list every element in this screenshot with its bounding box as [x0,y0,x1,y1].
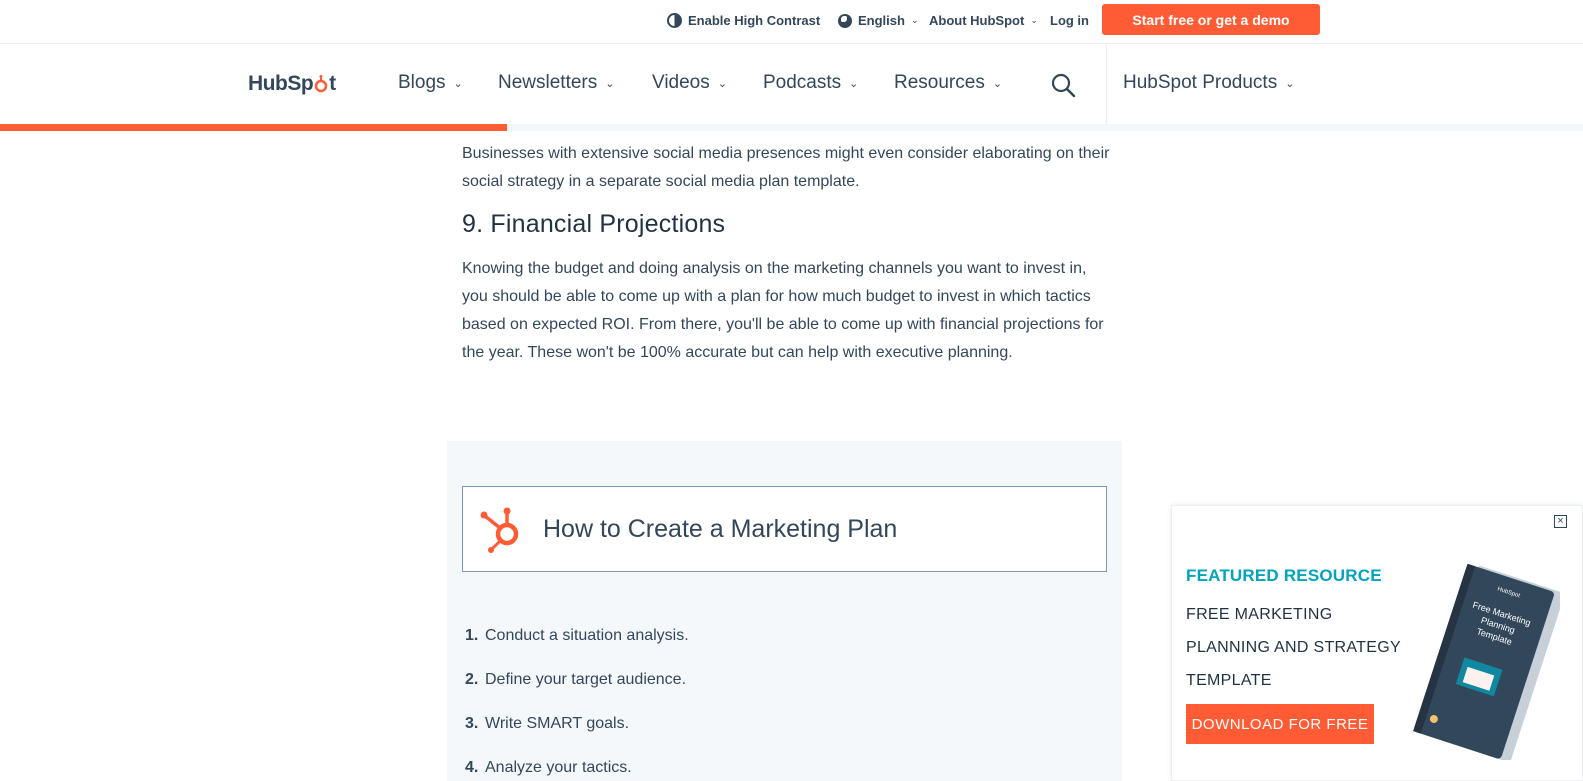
chevron-down-icon: ⌄ [910,15,919,25]
nav-item-resources[interactable]: Resources ⌄ [894,72,1002,94]
chevron-down-icon: ⌄ [605,77,615,90]
steps-list: 1. Conduct a situation analysis. 2. Define… [465,627,689,781]
hubspot-sprocket-icon [480,507,519,553]
featured-title: FREE MARKETING PLANNING AND STRATEGY TEM… [1186,606,1401,689]
chevron-down-icon: ⌄ [717,77,727,90]
article-body: Businesses with extensive social media p… [462,140,1112,367]
callout-header: How to Create a Marketing Plan [462,486,1107,572]
chevron-down-icon: ⌄ [1285,77,1295,90]
nav-label: Podcasts [763,72,842,93]
nav-label: Resources [894,72,985,93]
utility-bar: Enable High Contrast English ⌄ About Hub… [0,0,1583,44]
list-item: 2. Define your target audience. [465,671,687,688]
reading-progress-bar [0,124,507,131]
language-selector[interactable]: English ⌄ [838,13,919,28]
article-paragraph: Knowing the budget and doing analysis on… [462,260,1104,361]
nav-label: Blogs [398,72,446,93]
featured-label: FEATURED RESOURCE [1186,566,1382,585]
marketing-plan-callout: How to Create a Marketing Plan 1. Conduct… [447,441,1122,781]
section-heading: 9. Financial Projections [462,210,726,238]
language-label: English [858,13,905,28]
nav-item-blogs[interactable]: Blogs ⌄ [398,72,463,94]
high-contrast-toggle[interactable]: Enable High Contrast [667,13,820,28]
list-item: 3. Write SMART goals. [465,715,630,732]
featured-resource-panel: × FEATURED RESOURCE FREE MARKETING PLANN… [1171,505,1583,781]
main-nav: HubSp t Blogs ⌄ Newsletters ⌄ Videos ⌄ P… [0,45,1583,131]
start-free-button[interactable]: Start free or get a demo [1102,4,1320,35]
list-item: 1. Conduct a situation analysis. [465,627,689,644]
list-item: 4. Analyze your tactics. [465,759,632,776]
about-hubspot-menu[interactable]: About HubSpot ⌄ [929,13,1038,28]
chevron-down-icon: ⌄ [453,77,463,90]
nav-label: Videos [652,72,710,93]
login-label: Log in [1050,13,1089,28]
hubspot-logo[interactable]: HubSp t [248,72,336,96]
book-cover-image: HubSpot Free Marketing Planning Template [1413,564,1560,760]
nav-label: HubSpot Products [1123,72,1278,93]
nav-item-videos[interactable]: Videos ⌄ [652,72,727,94]
chevron-down-icon: ⌄ [1030,15,1038,25]
article-paragraph: Businesses with extensive social media p… [462,145,1110,190]
high-contrast-label: Enable High Contrast [688,13,821,28]
nav-label: Newsletters [498,72,598,93]
nav-divider [1106,45,1107,125]
login-link[interactable]: Log in [1050,13,1089,28]
globe-icon [838,13,852,28]
callout-title: How to Create a Marketing Plan [543,514,898,543]
close-icon[interactable]: × [1554,515,1567,528]
chevron-down-icon: ⌄ [992,77,1003,90]
logo-text-b: t [329,72,336,95]
nav-item-podcasts[interactable]: Podcasts ⌄ [763,72,858,94]
nav-item-newsletters[interactable]: Newsletters ⌄ [498,72,614,94]
chevron-down-icon: ⌄ [849,77,859,90]
contrast-icon [667,13,682,28]
nav-item-hubspot-products[interactable]: HubSpot Products ⌄ [1123,72,1294,94]
logo-text-a: HubSp [248,72,314,95]
search-icon[interactable] [1050,72,1076,98]
about-label: About HubSpot [929,13,1025,28]
download-button[interactable]: DOWNLOAD FOR FREE [1186,704,1374,744]
sprocket-logo-icon [314,75,328,93]
